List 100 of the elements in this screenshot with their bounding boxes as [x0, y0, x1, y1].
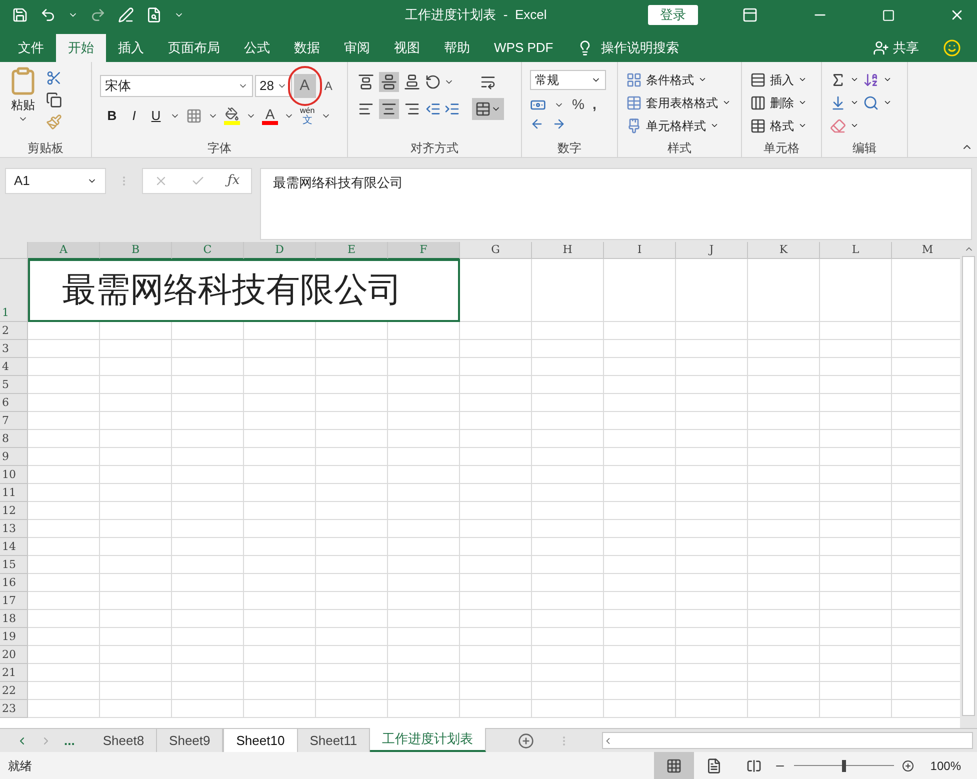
- table-cell[interactable]: [100, 430, 172, 448]
- table-cell[interactable]: [316, 574, 388, 592]
- comma-style-button[interactable]: ,: [592, 94, 596, 115]
- table-cell[interactable]: [676, 259, 748, 322]
- table-cell[interactable]: [820, 610, 892, 628]
- table-cell[interactable]: [676, 502, 748, 520]
- table-cell[interactable]: [604, 538, 676, 556]
- table-cell[interactable]: [244, 628, 316, 646]
- row-header[interactable]: 1: [0, 259, 28, 322]
- pen-icon[interactable]: [118, 7, 134, 23]
- number-format-field[interactable]: 常规: [530, 70, 606, 90]
- table-cell[interactable]: [820, 466, 892, 484]
- ribbon-tab[interactable]: 开始: [56, 34, 106, 62]
- table-cell[interactable]: [244, 430, 316, 448]
- table-cell[interactable]: [244, 466, 316, 484]
- ribbon-tab[interactable]: 视图: [382, 34, 432, 62]
- table-cell[interactable]: [604, 520, 676, 538]
- redo-icon[interactable]: [90, 7, 106, 23]
- table-cell[interactable]: [460, 394, 532, 412]
- table-cell[interactable]: [532, 394, 604, 412]
- zoom-level[interactable]: 100%: [914, 756, 977, 774]
- table-cell[interactable]: [748, 376, 820, 394]
- table-cell[interactable]: [532, 556, 604, 574]
- table-cell[interactable]: [748, 340, 820, 358]
- table-cell[interactable]: [460, 646, 532, 664]
- table-cell[interactable]: [316, 394, 388, 412]
- table-cell[interactable]: [820, 502, 892, 520]
- decrease-decimal-icon[interactable]: [552, 117, 566, 131]
- row-header[interactable]: 23: [0, 700, 28, 718]
- save-icon[interactable]: [12, 7, 28, 23]
- table-cell[interactable]: [460, 538, 532, 556]
- table-cell[interactable]: [604, 502, 676, 520]
- table-cell[interactable]: [532, 682, 604, 700]
- table-cell[interactable]: [388, 664, 460, 682]
- table-cell[interactable]: [172, 502, 244, 520]
- table-cell[interactable]: [604, 700, 676, 718]
- ribbon-tab[interactable]: 公式: [232, 34, 282, 62]
- row-header[interactable]: 11: [0, 484, 28, 502]
- row-header[interactable]: 16: [0, 574, 28, 592]
- zoom-slider[interactable]: [794, 760, 894, 772]
- undo-icon[interactable]: [40, 7, 56, 23]
- table-cell[interactable]: [28, 376, 100, 394]
- table-cell[interactable]: [388, 628, 460, 646]
- sort-filter-icon[interactable]: [863, 72, 879, 88]
- table-cell[interactable]: [532, 322, 604, 340]
- table-cell[interactable]: [28, 574, 100, 592]
- normal-view-icon[interactable]: [666, 758, 682, 774]
- table-cell[interactable]: [604, 664, 676, 682]
- table-cell[interactable]: [460, 502, 532, 520]
- table-cell[interactable]: [820, 484, 892, 502]
- ribbon-tab[interactable]: 审阅: [332, 34, 382, 62]
- table-cell[interactable]: [28, 340, 100, 358]
- table-cell[interactable]: [388, 340, 460, 358]
- table-cell[interactable]: [460, 628, 532, 646]
- table-cell[interactable]: [316, 466, 388, 484]
- table-cell[interactable]: [244, 358, 316, 376]
- table-cell[interactable]: [676, 484, 748, 502]
- table-cell[interactable]: [460, 700, 532, 718]
- italic-button[interactable]: I: [126, 106, 142, 126]
- table-cell[interactable]: [604, 556, 676, 574]
- table-cell[interactable]: [172, 610, 244, 628]
- table-cell[interactable]: [388, 466, 460, 484]
- table-cell[interactable]: [388, 682, 460, 700]
- table-cell[interactable]: [748, 592, 820, 610]
- row-header[interactable]: 22: [0, 682, 28, 700]
- table-cell[interactable]: [748, 466, 820, 484]
- copy-icon[interactable]: [46, 92, 62, 108]
- table-cell[interactable]: [388, 538, 460, 556]
- smiley-icon[interactable]: [943, 39, 961, 57]
- table-cell[interactable]: [28, 448, 100, 466]
- column-header[interactable]: G: [460, 242, 532, 259]
- bottom-align-icon[interactable]: [404, 74, 420, 90]
- table-cell[interactable]: [604, 358, 676, 376]
- table-cell[interactable]: [532, 502, 604, 520]
- table-cell[interactable]: [676, 556, 748, 574]
- column-header[interactable]: I: [604, 242, 676, 259]
- table-cell[interactable]: [28, 592, 100, 610]
- table-cell[interactable]: [388, 322, 460, 340]
- table-cell[interactable]: [28, 358, 100, 376]
- table-cell[interactable]: [388, 502, 460, 520]
- share-button[interactable]: 共享: [893, 38, 919, 58]
- table-cell[interactable]: [676, 628, 748, 646]
- table-cell[interactable]: [244, 394, 316, 412]
- table-cell[interactable]: [676, 646, 748, 664]
- table-cell[interactable]: [532, 646, 604, 664]
- table-cell[interactable]: [316, 340, 388, 358]
- table-cell[interactable]: [532, 592, 604, 610]
- table-cell[interactable]: [316, 628, 388, 646]
- table-cell[interactable]: [748, 358, 820, 376]
- caret-icon[interactable]: [798, 98, 807, 107]
- wrap-text-icon[interactable]: [480, 74, 496, 90]
- ribbon-tab[interactable]: 页面布局: [156, 34, 232, 62]
- table-cell[interactable]: [100, 520, 172, 538]
- table-cell[interactable]: [676, 466, 748, 484]
- table-cell[interactable]: [748, 556, 820, 574]
- table-cell[interactable]: [676, 592, 748, 610]
- decrease-font-size-button[interactable]: A: [318, 74, 339, 98]
- table-cell[interactable]: [748, 664, 820, 682]
- styles-menu-button[interactable]: 单元格样式: [646, 116, 706, 134]
- table-cell[interactable]: [820, 664, 892, 682]
